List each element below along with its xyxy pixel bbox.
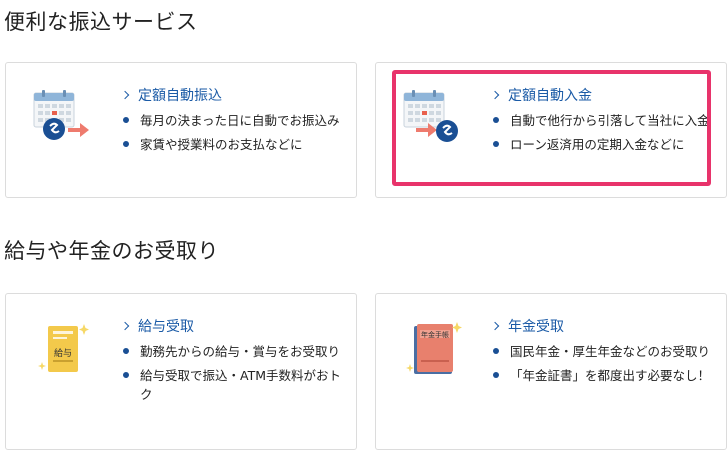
auto-deposit-link[interactable]: 定額自動入金	[490, 85, 714, 105]
salary-envelope-icon: 給与	[32, 320, 94, 376]
pension-book-icon: 年金手帳	[402, 320, 464, 376]
chevron-right-icon	[120, 90, 130, 100]
salary-link[interactable]: 給与受取	[120, 316, 344, 336]
chevron-right-icon	[490, 90, 500, 100]
chevron-right-icon	[490, 321, 500, 331]
card-auto-deposit: 定額自動入金 自動で他行から引落して当社に入金 ローン返済用の定期入金などに	[375, 62, 727, 198]
list-item: 「年金証書」を都度出す必要なし！	[490, 366, 714, 385]
list-item: 毎月の決まった日に自動でお振込み	[120, 111, 344, 130]
card-salary: 給与 給与受取 勤務先からの給与・賞与をお受取り 給与受取で振込・ATM手数料が…	[5, 293, 357, 450]
list-item: ローン返済用の定期入金などに	[490, 135, 714, 154]
auto-transfer-link[interactable]: 定額自動振込	[120, 85, 344, 105]
auto-transfer-bullets: 毎月の決まった日に自動でお振込み 家賃や授業料のお支払などに	[120, 111, 344, 154]
list-item: 自動で他行から引落して当社に入金	[490, 111, 714, 130]
section-title-transfer-services: 便利な振込サービス	[4, 10, 198, 34]
auto-deposit-bullets: 自動で他行から引落して当社に入金 ローン返済用の定期入金などに	[490, 111, 714, 154]
salary-bullets: 勤務先からの給与・賞与をお受取り 給与受取で振込・ATM手数料がおトク	[120, 342, 344, 404]
pension-link[interactable]: 年金受取	[490, 316, 714, 336]
list-item: 勤務先からの給与・賞与をお受取り	[120, 342, 344, 361]
section-title-salary-pension: 給与や年金のお受取り	[4, 239, 219, 263]
pension-icon-label: 年金手帳	[421, 330, 449, 339]
calendar-transfer-icon	[32, 89, 94, 145]
list-item: 国民年金・厚生年金などのお受取り	[490, 342, 714, 361]
list-item: 給与受取で振込・ATM手数料がおトク	[120, 366, 344, 404]
pension-link-label: 年金受取	[508, 319, 564, 335]
card-auto-transfer: 定額自動振込 毎月の決まった日に自動でお振込み 家賃や授業料のお支払などに	[5, 62, 357, 198]
auto-deposit-link-label: 定額自動入金	[508, 88, 592, 104]
list-item: 家賃や授業料のお支払などに	[120, 135, 344, 154]
salary-icon-label: 給与	[54, 347, 72, 359]
calendar-deposit-icon	[402, 89, 464, 145]
pension-bullets: 国民年金・厚生年金などのお受取り 「年金証書」を都度出す必要なし！	[490, 342, 714, 385]
chevron-right-icon	[120, 321, 130, 331]
salary-link-label: 給与受取	[138, 319, 194, 335]
auto-transfer-link-label: 定額自動振込	[138, 88, 222, 104]
card-pension: 年金手帳 年金受取 国民年金・厚生年金などのお受取り 「年金証書」を都度出す必要…	[375, 293, 727, 450]
